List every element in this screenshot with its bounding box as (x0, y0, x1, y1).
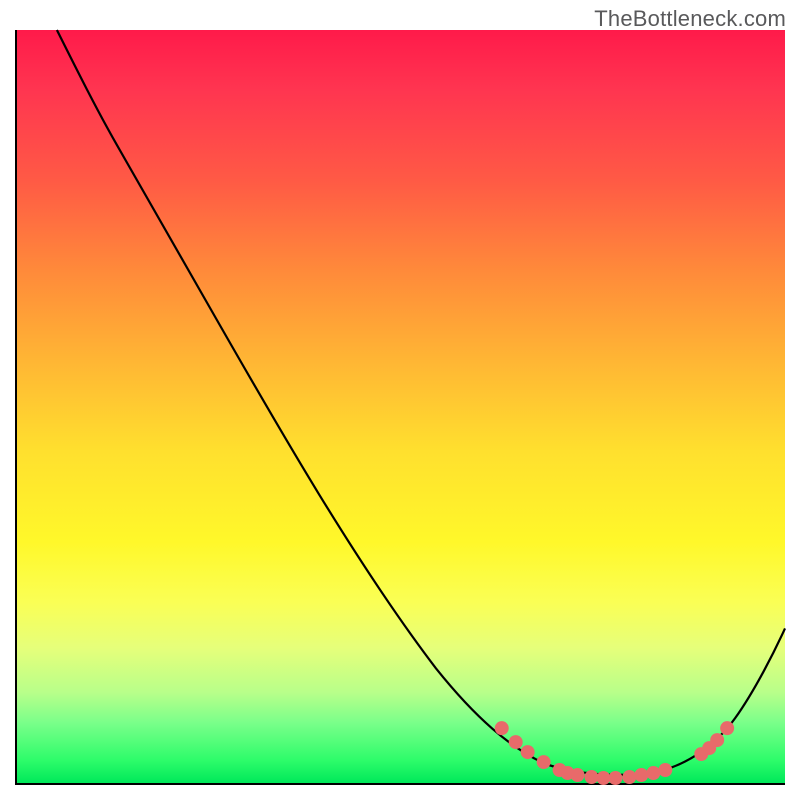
data-dot (608, 771, 622, 785)
data-dot (521, 745, 535, 759)
chart-svg (17, 30, 785, 783)
data-dot (495, 721, 509, 735)
curve-path (57, 30, 785, 775)
data-dot (537, 755, 551, 769)
data-dot (509, 735, 523, 749)
data-dots-group (495, 721, 734, 785)
data-dot (634, 768, 648, 782)
data-dot (622, 770, 636, 784)
watermark-text: TheBottleneck.com (594, 6, 786, 32)
chart-container: TheBottleneck.com (0, 0, 800, 800)
data-dot (596, 771, 610, 785)
data-dot (658, 763, 672, 777)
data-dot (646, 766, 660, 780)
data-dot (710, 733, 724, 747)
data-dot (585, 770, 599, 784)
data-dot (720, 721, 734, 735)
plot-area (15, 30, 785, 785)
data-dot (571, 768, 585, 782)
